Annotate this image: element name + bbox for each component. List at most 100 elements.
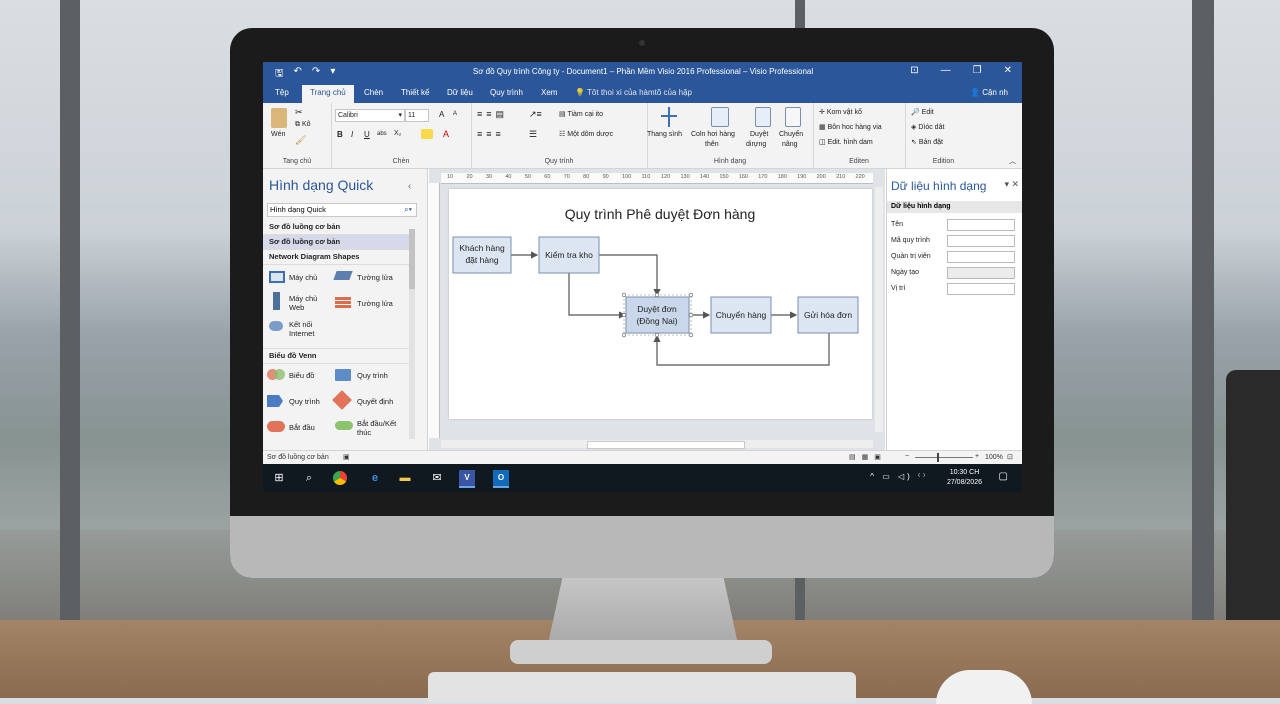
shape-server-label[interactable]: Máy chủ (289, 273, 317, 282)
shrink-font-button[interactable]: A (453, 111, 457, 117)
copy-button[interactable]: ⧉ Kô (295, 121, 311, 129)
connector-icon[interactable] (661, 107, 677, 127)
edge-icon[interactable]: e (367, 470, 383, 486)
bold-button[interactable]: B (337, 130, 343, 139)
redo-icon[interactable]: ↷ (312, 66, 320, 83)
canvas-hscroll-thumb[interactable] (587, 441, 745, 449)
shapes-search-input[interactable]: Hình dạng Quick ⌕▾ (267, 203, 417, 217)
terminator-icon[interactable] (335, 421, 353, 430)
grow-font-button[interactable]: A (439, 110, 444, 119)
stencil-network-diagram[interactable]: Network Diagram Shapes (263, 250, 414, 265)
ribbon-display-options-button[interactable]: ⊡ (910, 65, 918, 76)
search-icon[interactable]: ⌕ (301, 470, 317, 486)
notification-icon[interactable]: ▢ (999, 471, 1008, 482)
shape-start-label[interactable]: Bắt đầu (289, 423, 315, 432)
arrange-item-1[interactable]: ✛ Kom vật kổ (819, 108, 862, 116)
system-tray[interactable]: ^ ▭ ◁) ⁽⁾ (870, 472, 928, 481)
handle-tr[interactable] (688, 292, 694, 298)
subscript-button[interactable]: X₂ (394, 130, 401, 137)
page-tab-icon[interactable]: ▣ (343, 453, 350, 461)
field-process-id-input[interactable] (947, 235, 1015, 247)
tab-data[interactable]: Dữ liệu (447, 88, 473, 97)
shape-firewall-label[interactable]: Tường lửa (357, 273, 393, 282)
customize-qat-icon[interactable]: ▾ (330, 66, 335, 83)
transfer-shape-icon[interactable] (785, 107, 801, 127)
font-color-icon[interactable]: A (443, 129, 449, 139)
shape-venn-label[interactable]: Biểu đồ (289, 371, 314, 380)
zoom-out-button[interactable]: − (905, 453, 909, 460)
collapse-pane-icon[interactable]: ‹ (408, 181, 411, 192)
handle-l[interactable] (621, 312, 627, 318)
stencil-venn[interactable]: Biểu đồ Venn (263, 348, 414, 364)
approve-label[interactable]: Duyệt (750, 131, 768, 138)
zoom-slider[interactable] (915, 457, 973, 458)
arrange-item-3[interactable]: ◫ Edit. hình dam (819, 138, 873, 146)
quick-style-label-2[interactable]: thên (705, 141, 719, 148)
tab-process[interactable]: Quy trình (490, 88, 523, 97)
align-icons[interactable]: ≡≡▤ (477, 109, 508, 120)
shapes-pane-scroll-thumb[interactable] (409, 229, 415, 289)
zoom-level[interactable]: 100% (985, 454, 1003, 461)
windows-icon[interactable]: ⊞ (271, 470, 287, 486)
transfer-label[interactable]: Chuyển (779, 131, 803, 138)
shape-firewall2-label[interactable]: Tường lửa (357, 299, 393, 308)
server-icon[interactable] (273, 292, 280, 310)
visio-icon[interactable]: V (459, 470, 475, 488)
bullets-icon[interactable]: ☰ (529, 129, 537, 140)
text-direction-icon[interactable]: ↗≡ (529, 109, 542, 120)
transfer-label-2[interactable]: nâng (782, 141, 798, 148)
mail-icon[interactable]: ✉ (429, 470, 445, 486)
zoom-slider-thumb[interactable] (937, 453, 939, 462)
handle-b[interactable] (654, 332, 660, 338)
search-icon[interactable]: ⌕▾ (404, 204, 412, 216)
shape-start-end-label[interactable]: Bắt đầu/Kết thúc (357, 419, 396, 437)
tab-view[interactable]: Xem (541, 88, 557, 97)
tell-me-box[interactable]: 💡 Tôt thoi xi của hàmtõ của hặp (575, 88, 692, 97)
font-size-select[interactable]: 11 (405, 109, 429, 122)
field-created-date-input[interactable] (947, 267, 1015, 279)
rounded-rect-icon[interactable] (267, 421, 285, 432)
fit-page-icon[interactable]: ⊡ (1007, 453, 1013, 461)
canvas-vertical-scrollbar[interactable] (875, 187, 883, 432)
connector-label[interactable]: Thang sình (647, 131, 682, 138)
underline-button[interactable]: U (364, 130, 370, 139)
layers-button[interactable]: ◈ Dìóc dât (911, 123, 944, 131)
field-name-input[interactable] (947, 219, 1015, 231)
minimize-button[interactable]: — (941, 65, 951, 76)
connector-invoice-approve[interactable] (653, 333, 830, 366)
approve-shape-icon[interactable] (755, 107, 771, 127)
handle-br[interactable] (688, 332, 694, 338)
select-button[interactable]: ⇖ Bản đặt (911, 138, 943, 146)
box-approve-order[interactable] (625, 296, 690, 334)
monitor-icon[interactable] (269, 271, 285, 283)
tab-file[interactable]: Tệp (275, 88, 289, 97)
field-admin-input[interactable] (947, 251, 1015, 263)
brick-wall-icon[interactable] (335, 296, 351, 308)
tab-design[interactable]: Thiết kế (401, 88, 429, 97)
arrange-item-2[interactable]: ▦ Bôn hoc hàng via (819, 123, 882, 131)
tab-insert[interactable]: Chèn (364, 88, 383, 97)
shape-web-server-label[interactable]: Máy chủ Web (289, 294, 317, 312)
outlook-icon[interactable]: O (493, 470, 509, 488)
find-button[interactable]: 🔎 Edit (911, 108, 934, 116)
chrome-icon[interactable] (333, 471, 347, 485)
cut-icon[interactable]: ✂ (295, 107, 303, 118)
shapes-pane-scrollbar[interactable] (409, 229, 415, 439)
paste-icon[interactable] (271, 108, 287, 128)
rectangle-icon[interactable] (335, 369, 351, 381)
venn-icon[interactable] (267, 369, 285, 381)
close-button[interactable]: ✕ (1004, 65, 1012, 76)
clock[interactable]: 10:30 CH 27/08/2026 (947, 468, 982, 488)
shape-process2-label[interactable]: Quy trình (289, 397, 320, 406)
approve-label-2[interactable]: dirựng (746, 141, 766, 148)
file-explorer-icon[interactable]: ▬ (397, 470, 413, 486)
canvas-horizontal-scrollbar[interactable] (441, 440, 873, 449)
quick-style-label[interactable]: Coln hơi hàng (691, 131, 735, 138)
justify-icons[interactable]: ≡≡≡ (477, 129, 505, 139)
connector-check-approve-bottom[interactable] (568, 273, 627, 319)
firewall-icon[interactable] (333, 271, 353, 280)
close-pane-icon[interactable]: ▾ ✕ (1004, 179, 1019, 190)
handle-r[interactable] (688, 312, 694, 318)
text-block-button[interactable]: ▤ Tiàm cại ito (559, 110, 603, 118)
save-icon[interactable]: 🖫 (275, 66, 284, 83)
